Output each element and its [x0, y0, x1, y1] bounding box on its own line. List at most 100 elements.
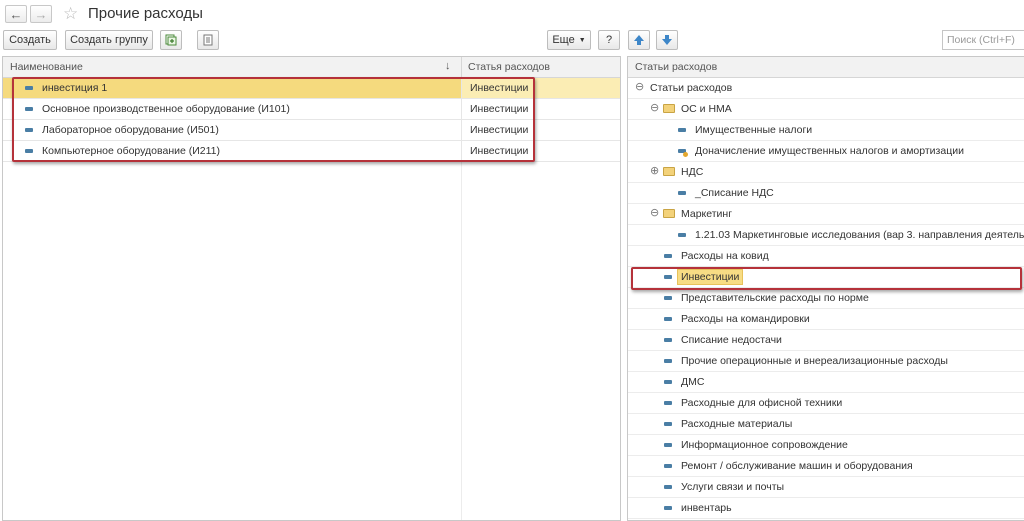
item-icon [678, 191, 686, 195]
item-icon [664, 254, 672, 258]
help-button[interactable]: ? [598, 30, 620, 50]
chevron-down-icon: ▼ [578, 36, 586, 44]
tree-item[interactable]: Списание недостачи [628, 330, 1024, 351]
tree-item-label: ДМС [681, 376, 705, 388]
forward-button[interactable]: → [30, 5, 52, 23]
tree-item[interactable]: Услуги связи и почты [628, 477, 1024, 498]
item-icon [664, 464, 672, 468]
tree-item-label: ОС и НМА [681, 103, 732, 115]
row-article: Инвестиции [470, 124, 529, 136]
tree-item[interactable]: _Списание НДС [628, 183, 1024, 204]
item-icon [664, 275, 672, 279]
arrow-up-icon [634, 35, 644, 45]
create-group-button[interactable]: Создать группу [65, 30, 153, 50]
move-up-button[interactable] [628, 30, 650, 50]
column-article-header[interactable]: Статья расходов [468, 61, 550, 73]
favorite-star-icon[interactable]: ☆ [63, 4, 78, 24]
tree-item-label: Расходные для офисной техники [681, 397, 843, 409]
tree-item[interactable]: Ремонт / обслуживание машин и оборудован… [628, 456, 1024, 477]
row-name: Лабораторное оборудование (И501) [42, 124, 219, 136]
tree-item-label: Инвестиции [677, 269, 744, 285]
row-article: Инвестиции [470, 145, 529, 157]
search-input[interactable]: Поиск (Ctrl+F) [942, 30, 1024, 50]
tree-item[interactable]: инвентарь [628, 498, 1024, 519]
tree-item[interactable]: Доначисление имущественных налогов и амо… [628, 141, 1024, 162]
table-row[interactable]: инвестиция 1 Инвестиции [3, 78, 620, 99]
tree-item[interactable]: Расходные материалы [628, 414, 1024, 435]
copy-icon [165, 34, 177, 46]
tree-item[interactable]: ДМС [628, 372, 1024, 393]
item-icon [25, 128, 33, 132]
tree-item-label: Списание недостачи [681, 334, 782, 346]
tree-item[interactable]: 1.21.03 Маркетинговые исследования (вар … [628, 225, 1024, 246]
tree-item-label: Расходные материалы [681, 418, 793, 430]
tree-item-label: Ремонт / обслуживание машин и оборудован… [681, 460, 913, 472]
collapse-icon[interactable]: ⊖ [650, 101, 659, 114]
more-label: Еще [552, 34, 575, 46]
tree-root[interactable]: ⊖ Статьи расходов [628, 78, 1024, 99]
more-button[interactable]: Еще ▼ [547, 30, 591, 50]
table-row[interactable]: Лабораторное оборудование (И501) Инвести… [3, 120, 620, 141]
column-name-header[interactable]: Наименование [10, 61, 83, 73]
tree-header: Статьи расходов [628, 57, 1024, 78]
tree-item-label: _Списание НДС [695, 187, 774, 199]
sort-down-icon[interactable]: ↓ [445, 60, 451, 72]
title-bar: ← → ☆ Прочие расходы [0, 0, 1024, 30]
move-down-button[interactable] [656, 30, 678, 50]
item-icon [25, 86, 33, 90]
list-view-button[interactable] [197, 30, 219, 50]
tree-item-label: 1.21.03 Маркетинговые исследования (вар … [695, 229, 1024, 241]
tree-item-label: Доначисление имущественных налогов и амо… [695, 145, 964, 157]
tree-item[interactable]: Расходы на ковид [628, 246, 1024, 267]
collapse-icon[interactable]: ⊖ [635, 80, 644, 93]
list-header: Наименование ↓ Статья расходов [3, 57, 620, 78]
tree-folder[interactable]: ⊖ ОС и НМА [628, 99, 1024, 120]
row-article: Инвестиции [470, 103, 529, 115]
tree-item[interactable]: Имущественные налоги [628, 120, 1024, 141]
tree-item-label: инвентарь [681, 502, 732, 514]
folder-icon [663, 104, 675, 113]
item-icon [25, 149, 33, 153]
tree-item-label: Информационное сопровождение [681, 439, 848, 451]
tree-item[interactable]: Расходы на командировки [628, 309, 1024, 330]
status-badge-icon [683, 152, 688, 157]
page-title: Прочие расходы [88, 5, 203, 22]
tree-item-selected[interactable]: Инвестиции [628, 267, 1024, 288]
create-button[interactable]: Создать [3, 30, 57, 50]
item-icon [664, 359, 672, 363]
tree-item[interactable]: Представительские расходы по норме [628, 288, 1024, 309]
tree-item[interactable]: Прочие операционные и внереализационные … [628, 351, 1024, 372]
tree-folder[interactable]: ⊕ НДС [628, 162, 1024, 183]
tree-item-label: Маркетинг [681, 208, 733, 220]
item-icon [664, 338, 672, 342]
table-row[interactable]: Основное производственное оборудование (… [3, 99, 620, 120]
expand-icon[interactable]: ⊕ [650, 164, 659, 177]
tree-folder[interactable]: ⊖ Маркетинг [628, 204, 1024, 225]
arrow-down-icon [662, 35, 672, 45]
table-row[interactable]: Компьютерное оборудование (И211) Инвести… [3, 141, 620, 162]
tree-column-header[interactable]: Статьи расходов [635, 61, 717, 73]
item-icon [664, 296, 672, 300]
tree-item[interactable]: Расходные для офисной техники [628, 393, 1024, 414]
item-icon [664, 380, 672, 384]
tree-item[interactable]: Информационное сопровождение [628, 435, 1024, 456]
item-icon [664, 401, 672, 405]
tree-item-label: Расходы на ковид [681, 250, 769, 262]
item-icon [664, 485, 672, 489]
item-icon [664, 317, 672, 321]
tree-root-label: Статьи расходов [650, 82, 733, 94]
tree-item-label: НДС [681, 166, 704, 178]
tree-item-label: Расходы на командировки [681, 313, 810, 325]
tree-item-label: Представительские расходы по норме [681, 292, 869, 304]
item-icon [678, 128, 686, 132]
copy-button[interactable] [160, 30, 182, 50]
tree-item-label: Прочие операционные и внереализационные … [681, 355, 948, 367]
tree-item-label: Услуги связи и почты [681, 481, 785, 493]
item-icon [25, 107, 33, 111]
folder-icon [663, 209, 675, 218]
row-name: Основное производственное оборудование (… [42, 103, 290, 115]
document-list-icon [203, 34, 213, 46]
collapse-icon[interactable]: ⊖ [650, 206, 659, 219]
tree-item-label: Имущественные налоги [695, 124, 813, 136]
back-button[interactable]: ← [5, 5, 27, 23]
